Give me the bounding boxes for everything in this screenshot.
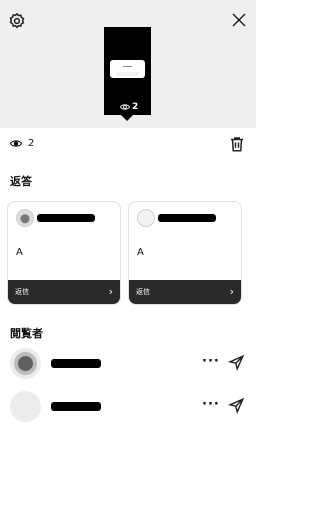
view-count-text: 2 xyxy=(28,138,35,149)
avatar[interactable] xyxy=(16,209,34,227)
send-icon[interactable] xyxy=(228,354,245,371)
trash-icon[interactable] xyxy=(228,135,246,153)
viewer-row[interactable]: ··· xyxy=(0,389,256,425)
chevron-right-icon: › xyxy=(229,285,234,298)
chevron-right-icon: › xyxy=(108,285,113,298)
eye-icon xyxy=(120,104,130,110)
story-view-number: 2 xyxy=(132,102,139,112)
viewers-section-title: 閲覧者 xyxy=(10,327,43,340)
reply-button[interactable]: 返信 › xyxy=(129,280,241,304)
more-options-button[interactable]: ··· xyxy=(202,354,220,369)
close-icon[interactable] xyxy=(230,11,248,29)
more-options-button[interactable]: ··· xyxy=(202,397,220,412)
reply-card[interactable]: A 返信 › xyxy=(7,201,121,305)
avatar[interactable] xyxy=(10,391,41,422)
redacted-username xyxy=(51,402,101,411)
thumbnail-pointer xyxy=(121,115,133,121)
reply-button[interactable]: 返信 › xyxy=(8,280,120,304)
eye-icon xyxy=(10,140,22,147)
reply-text: A xyxy=(16,247,23,258)
gear-icon[interactable] xyxy=(8,12,26,30)
reply-button-label: 返信 xyxy=(15,288,29,296)
story-card-preview xyxy=(110,60,145,78)
story-view-count: 2 xyxy=(120,102,138,112)
story-preview-area: 2 xyxy=(0,0,256,128)
reply-text: A xyxy=(137,247,144,258)
redacted-username xyxy=(158,214,216,222)
replies-section-title: 返答 xyxy=(10,175,32,188)
send-icon[interactable] xyxy=(228,397,245,414)
redacted-username xyxy=(51,359,101,368)
redacted-username xyxy=(37,214,95,222)
avatar[interactable] xyxy=(137,209,155,227)
reply-card[interactable]: A 返信 › xyxy=(128,201,242,305)
reply-button-label: 返信 xyxy=(136,288,150,296)
avatar[interactable] xyxy=(10,348,41,379)
story-thumbnail[interactable]: 2 xyxy=(104,27,151,115)
viewer-row[interactable]: ··· xyxy=(0,346,256,382)
view-count-row: 2 xyxy=(10,138,34,149)
